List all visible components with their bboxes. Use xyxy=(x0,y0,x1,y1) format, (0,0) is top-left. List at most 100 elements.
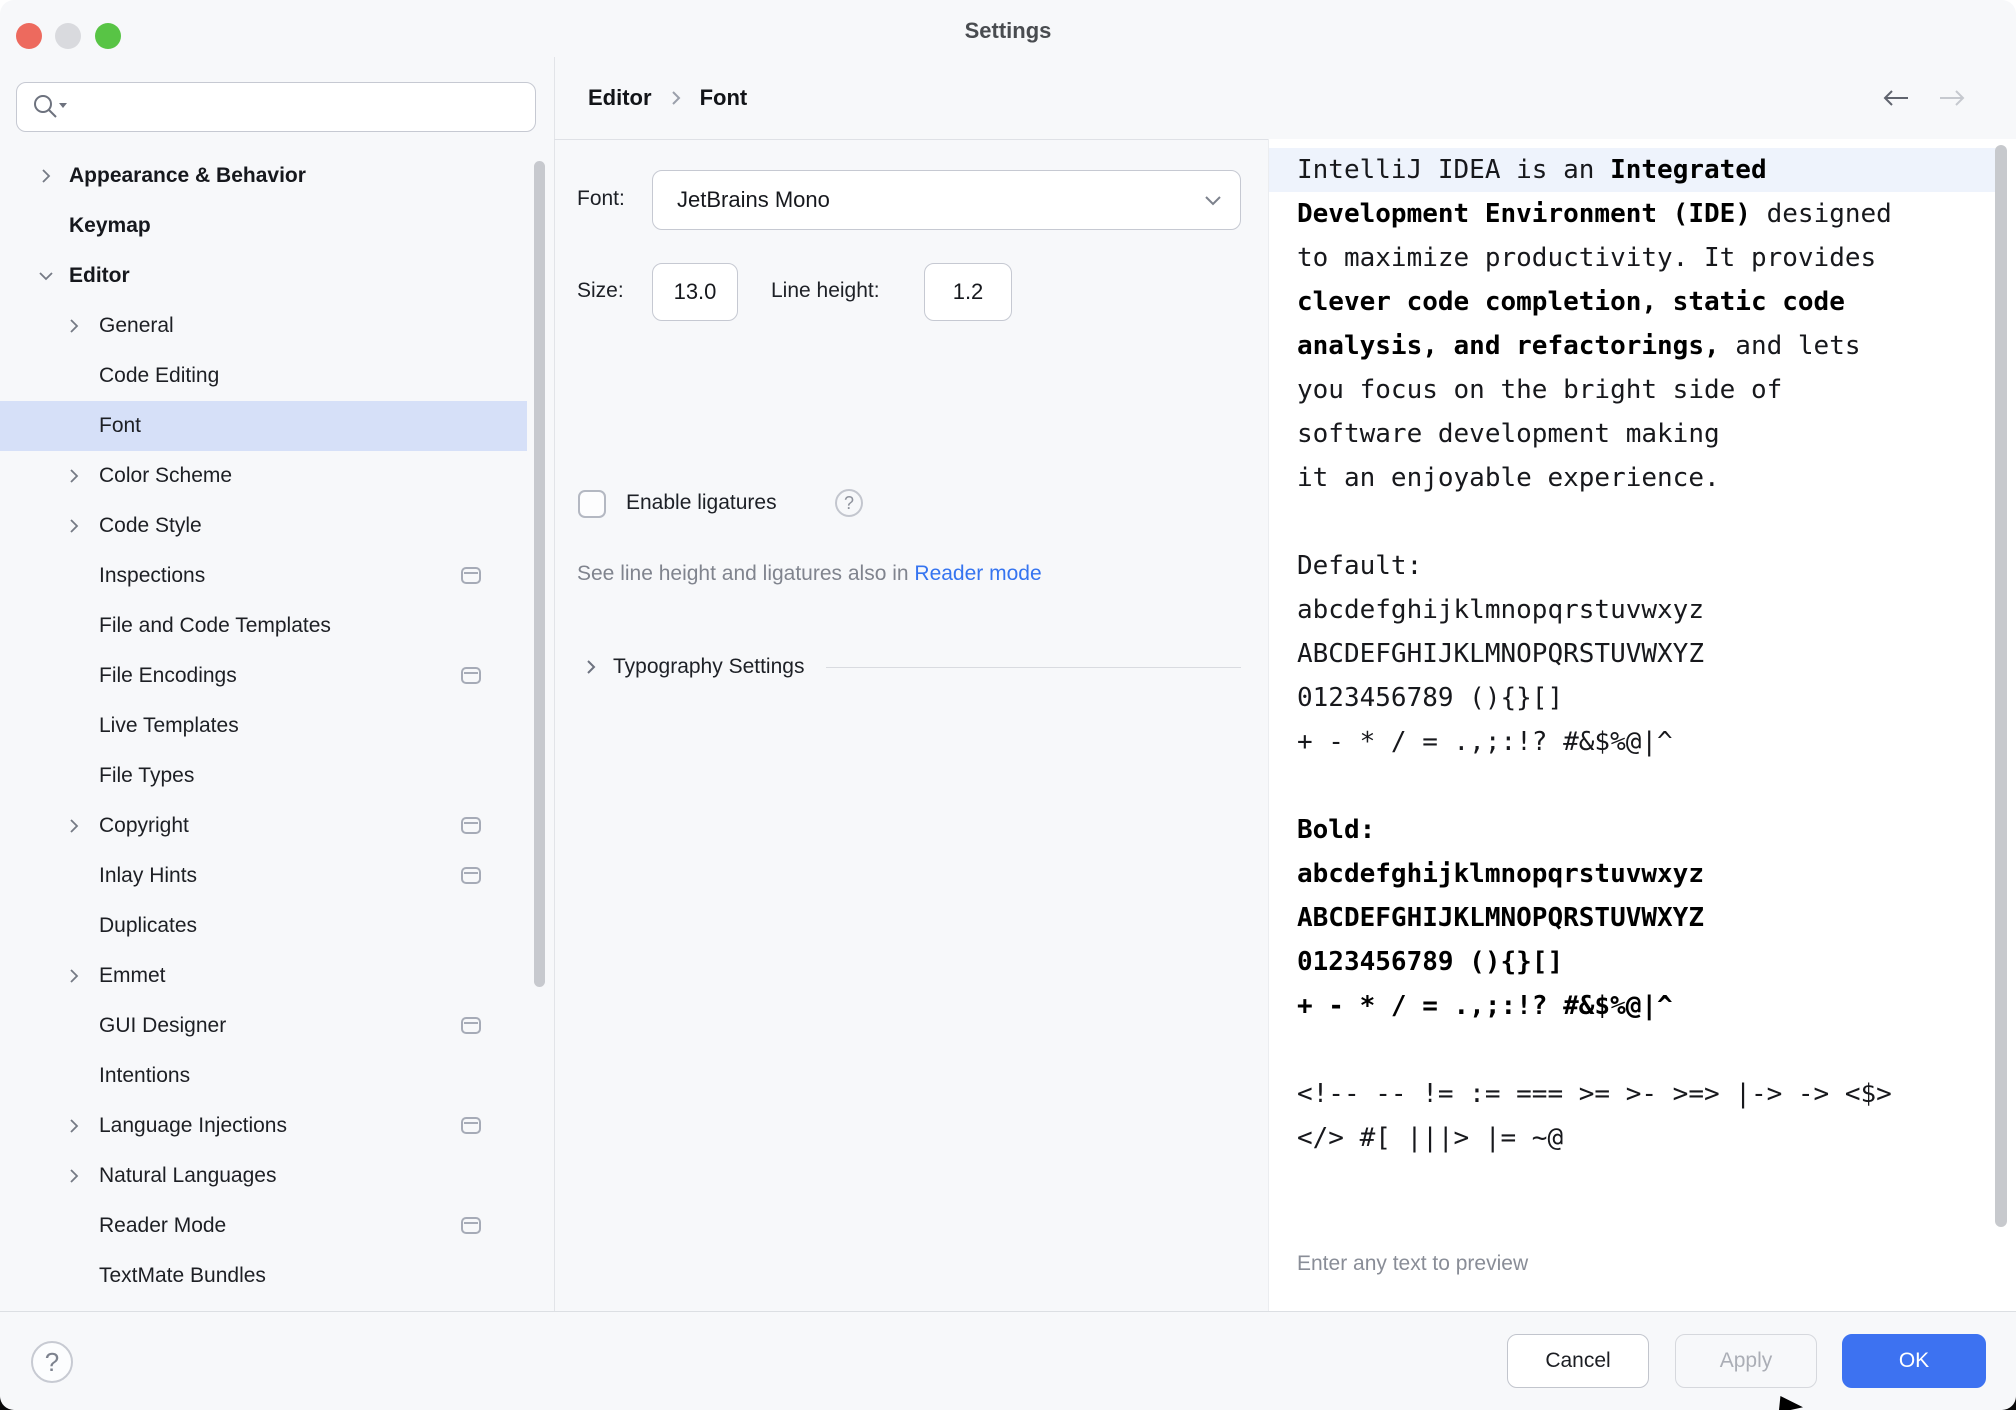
preview-segment: designed xyxy=(1750,199,1892,229)
preview-bold-segment: 0123456789 (){}[] xyxy=(1297,947,1564,977)
font-family-select[interactable]: JetBrains Mono xyxy=(652,170,1241,230)
ok-button[interactable]: OK xyxy=(1842,1334,1986,1388)
preview-segment: 0123456789 (){}[] xyxy=(1297,683,1564,713)
sidebar-item-duplicates[interactable]: Duplicates xyxy=(0,901,527,951)
breadcrumb-editor[interactable]: Editor xyxy=(588,85,652,111)
font-preview-pane[interactable]: IntelliJ IDEA is an Integrated Developmen… xyxy=(1268,139,2016,1311)
sidebar-item-label: File Types xyxy=(99,764,195,787)
sidebar-item-editor[interactable]: Editor xyxy=(0,251,527,301)
back-arrow-icon[interactable] xyxy=(1882,89,1910,107)
preview-segment: it an enjoyable experience. xyxy=(1297,463,1720,493)
sidebar-item-label: Code Editing xyxy=(99,364,220,387)
preview-line: ABCDEFGHIJKLMNOPQRSTUVWXYZ xyxy=(1269,896,1996,940)
sidebar-item-color-scheme[interactable]: Color Scheme xyxy=(0,451,527,501)
chevron-right-icon[interactable] xyxy=(34,164,58,188)
sidebar-item-natural-languages[interactable]: Natural Languages xyxy=(0,1151,527,1201)
typography-divider xyxy=(826,666,1241,668)
forward-arrow-icon[interactable] xyxy=(1938,89,1966,107)
preview-segment: to maximize productivity. It provides xyxy=(1297,243,1877,273)
sidebar-item-code-editing[interactable]: Code Editing xyxy=(0,351,527,401)
help-icon[interactable]: ? xyxy=(31,1341,73,1383)
search-input[interactable] xyxy=(71,83,535,131)
preview-line: + - * / = .,;:!? #&$%@|^ xyxy=(1269,720,1996,764)
preview-bold-segment: + - * / = .,;:!? #&$%@|^ xyxy=(1297,991,1673,1021)
preview-line: ABCDEFGHIJKLMNOPQRSTUVWXYZ xyxy=(1269,632,1996,676)
preview-segment: <!-- -- != := === >= >- >=> |-> -> <$> xyxy=(1297,1079,1892,1109)
ligatures-help-icon[interactable]: ? xyxy=(835,489,863,517)
sidebar-item-code-style[interactable]: Code Style xyxy=(0,501,527,551)
preview-segment: IntelliJ IDEA is an xyxy=(1297,155,1611,185)
sidebar-item-label: Appearance & Behavior xyxy=(69,164,306,187)
window-settings-icon xyxy=(461,817,481,834)
preview-line: 0123456789 (){}[] xyxy=(1269,940,1996,984)
chevron-right-icon[interactable] xyxy=(62,1164,86,1188)
chevron-right-icon[interactable] xyxy=(62,514,86,538)
sidebar-item-label: Font xyxy=(99,414,142,437)
sidebar-item-textmate-bundles[interactable]: TextMate Bundles xyxy=(0,1251,527,1301)
preview-line: you focus on the bright side of xyxy=(1269,368,1996,412)
sidebar-item-label: Natural Languages xyxy=(99,1164,277,1187)
chevron-right-icon[interactable] xyxy=(62,814,86,838)
sidebar-item-file-types[interactable]: File Types xyxy=(0,751,527,801)
chevron-down-icon[interactable] xyxy=(34,264,58,288)
preview-line: </> #[ |||> |= ~@ xyxy=(1269,1116,1996,1160)
enable-ligatures-label[interactable]: Enable ligatures xyxy=(626,491,777,515)
sidebar-item-keymap[interactable]: Keymap xyxy=(0,201,527,251)
preview-bold-segment: analysis, and refactorings, xyxy=(1297,331,1720,361)
sidebar-scrollbar[interactable] xyxy=(534,161,545,987)
preview-line: analysis, and refactorings, and lets xyxy=(1269,324,1996,368)
sidebar-item-label: Emmet xyxy=(99,964,166,987)
breadcrumb-font: Font xyxy=(699,85,748,110)
line-height-input[interactable]: 1.2 xyxy=(924,263,1012,321)
preview-bold-segment: Integrated xyxy=(1610,155,1767,185)
sidebar-item-language-injections[interactable]: Language Injections xyxy=(0,1101,527,1151)
preview-line: abcdefghijklmnopqrstuvwxyz xyxy=(1269,588,1996,632)
preview-scrollbar[interactable] xyxy=(1995,145,2007,1227)
sidebar-item-intentions[interactable]: Intentions xyxy=(0,1051,527,1101)
chevron-right-icon[interactable] xyxy=(62,964,86,988)
sidebar-item-emmet[interactable]: Emmet xyxy=(0,951,527,1001)
settings-search-box[interactable] xyxy=(16,82,536,132)
enable-ligatures-checkbox[interactable] xyxy=(578,490,606,518)
reader-mode-hint: See line height and ligatures also in Re… xyxy=(577,562,1042,586)
sidebar-item-reader-mode[interactable]: Reader Mode xyxy=(0,1201,527,1251)
sidebar-item-file-and-code-templates[interactable]: File and Code Templates xyxy=(0,601,527,651)
chevron-right-icon[interactable] xyxy=(62,314,86,338)
search-icon xyxy=(34,95,67,118)
sidebar-item-general[interactable]: General xyxy=(0,301,527,351)
sidebar-item-inspections[interactable]: Inspections xyxy=(0,551,527,601)
sidebar-item-file-encodings[interactable]: File Encodings xyxy=(0,651,527,701)
preview-line: Bold: xyxy=(1269,808,1996,852)
reader-mode-link[interactable]: Reader mode xyxy=(914,562,1041,585)
sidebar-item-font[interactable]: Font xyxy=(0,401,527,451)
preview-line: to maximize productivity. It provides xyxy=(1269,236,1996,280)
chevron-right-icon xyxy=(587,660,596,674)
window-settings-icon xyxy=(461,867,481,884)
sidebar-item-label: Copyright xyxy=(99,814,189,837)
typography-settings-row[interactable]: Typography Settings xyxy=(577,642,1241,692)
cancel-button[interactable]: Cancel xyxy=(1507,1334,1649,1388)
preview-text: IntelliJ IDEA is an Integrated Developmen… xyxy=(1269,148,1996,1160)
preview-bold-segment: ABCDEFGHIJKLMNOPQRSTUVWXYZ xyxy=(1297,903,1704,933)
sidebar-item-appearance-behavior[interactable]: Appearance & Behavior xyxy=(0,151,527,201)
preview-bold-segment: clever code completion, static code xyxy=(1297,287,1845,317)
window-settings-icon xyxy=(461,567,481,584)
chevron-right-icon[interactable] xyxy=(62,1114,86,1138)
sidebar-item-inlay-hints[interactable]: Inlay Hints xyxy=(0,851,527,901)
typography-settings-label: Typography Settings xyxy=(613,655,805,678)
breadcrumb: Editor Font xyxy=(588,57,747,139)
sidebar-item-label: File Encodings xyxy=(99,664,237,687)
dialog-footer: ? Cancel Apply OK xyxy=(0,1311,2016,1410)
preview-line: IntelliJ IDEA is an Integrated xyxy=(1269,148,1996,192)
size-input[interactable]: 13.0 xyxy=(652,263,738,321)
chevron-right-icon[interactable] xyxy=(62,464,86,488)
sidebar-item-label: Live Templates xyxy=(99,714,239,737)
sidebar-item-copyright[interactable]: Copyright xyxy=(0,801,527,851)
preview-bold-segment: Development Environment (IDE) xyxy=(1297,199,1751,229)
sidebar-item-gui-designer[interactable]: GUI Designer xyxy=(0,1001,527,1051)
sidebar-item-label: TextMate Bundles xyxy=(99,1264,266,1287)
preview-segment: Default: xyxy=(1297,551,1423,581)
sidebar-item-label: Code Style xyxy=(99,514,202,537)
preview-line: Development Environment (IDE) designed xyxy=(1269,192,1996,236)
sidebar-item-live-templates[interactable]: Live Templates xyxy=(0,701,527,751)
